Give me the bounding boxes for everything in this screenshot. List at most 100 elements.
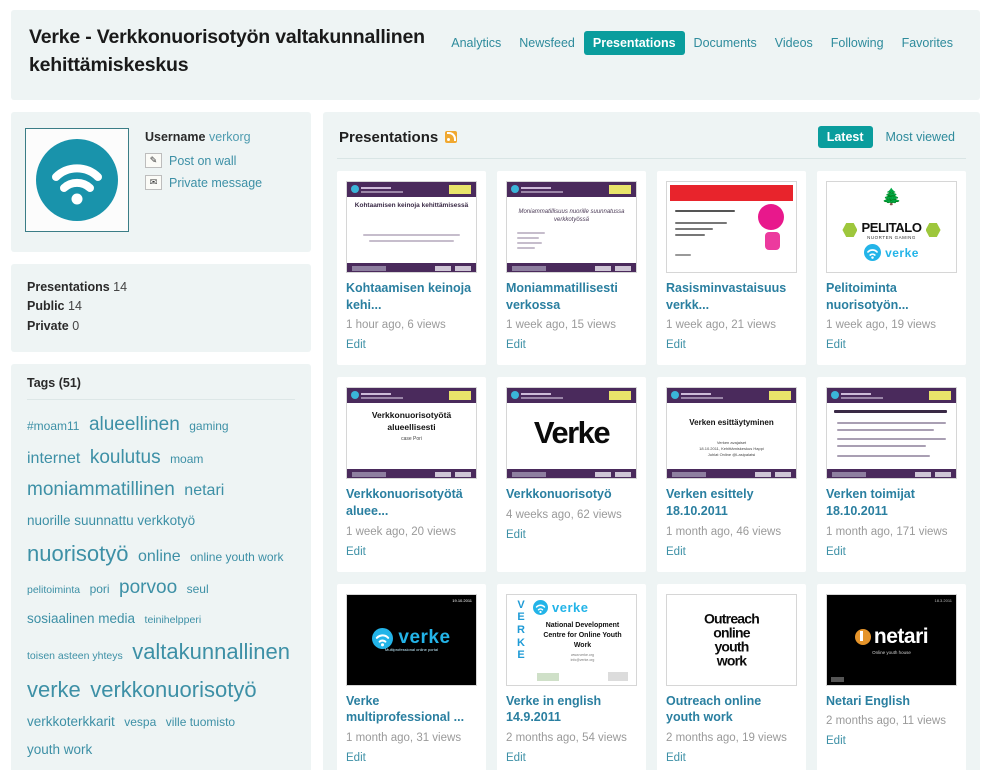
presentation-meta: 1 month ago, 171 views	[826, 525, 948, 538]
presentation-thumbnail[interactable]	[826, 387, 957, 480]
presentation-edit-link[interactable]: Edit	[346, 752, 366, 764]
presentation-card[interactable]: 🌲 PELITALO NUORTEN GAMING verke Pelitoiminta…	[817, 171, 966, 366]
nav-item-analytics[interactable]: Analytics	[442, 32, 510, 54]
post-on-wall-action[interactable]: ✎ Post on wall	[145, 153, 262, 168]
tag-link[interactable]: youth work	[27, 742, 92, 757]
tag-link[interactable]: netari	[184, 482, 224, 499]
nav-item-following[interactable]: Following	[822, 32, 893, 54]
private-message-action[interactable]: ✉ Private message	[145, 175, 262, 190]
nav-item-presentations[interactable]: Presentations	[583, 31, 685, 55]
tag-link[interactable]: nuorisotyö	[27, 541, 129, 566]
tag-link[interactable]: alueellinen	[89, 414, 180, 435]
presentation-thumbnail[interactable]: 🌲 PELITALO NUORTEN GAMING verke	[826, 181, 957, 273]
presentation-title-link[interactable]: Netari English	[826, 693, 957, 710]
body-wrapper: Username verkorg ✎ Post on wall ✉ Privat…	[11, 112, 980, 770]
tag-link[interactable]: sosiaalinen media	[27, 611, 135, 626]
tag-link[interactable]: #moam11	[27, 419, 79, 433]
presentation-card[interactable]: Verkkonuorisotyötä alueellisesti case Por…	[337, 377, 486, 572]
nav-item-videos[interactable]: Videos	[766, 32, 822, 54]
presentation-title-link[interactable]: Pelitoiminta nuorisotyön...	[826, 280, 957, 313]
presentation-edit-link[interactable]: Edit	[826, 339, 846, 351]
presentation-card[interactable]: Verken toimijat 18.10.2011 1 month ago, 1…	[817, 377, 966, 572]
presentation-title-link[interactable]: Verkkonuorisotyö	[506, 486, 637, 503]
presentation-card[interactable]: Kohtaamisen keinoja kehittämisessä Kohtaa…	[337, 171, 486, 366]
page-title: Verke - Verkkonuorisotyön valtakunnallin…	[29, 26, 425, 76]
stat-public: Public 14	[27, 297, 295, 316]
presentation-edit-link[interactable]: Edit	[506, 752, 526, 764]
presentation-edit-link[interactable]: Edit	[826, 735, 846, 747]
presentation-thumbnail[interactable]: Verkkonuorisotyötä alueellisesti case Por…	[346, 387, 477, 480]
nav-item-favorites[interactable]: Favorites	[893, 32, 962, 54]
stat-presentations: Presentations 14	[27, 278, 295, 297]
presentation-edit-link[interactable]: Edit	[506, 339, 526, 351]
tag-link[interactable]: toisen asteen yhteys	[27, 650, 123, 662]
presentation-title-link[interactable]: Verken esittely 18.10.2011	[666, 486, 797, 519]
tag-link[interactable]: nuorille suunnattu verkkotyö	[27, 513, 195, 528]
section-title: Presentations	[339, 128, 439, 146]
tag-link[interactable]: moam	[170, 452, 203, 466]
presentation-edit-link[interactable]: Edit	[666, 546, 686, 558]
tag-link[interactable]: moniammatillinen	[27, 479, 175, 500]
presentation-title-link[interactable]: Rasisminvastaisuus verkk...	[666, 280, 797, 313]
presentation-thumbnail[interactable]: Kohtaamisen keinoja kehittämisessä	[346, 181, 477, 273]
sort-latest-button[interactable]: Latest	[817, 126, 873, 148]
presentation-card[interactable]: 18.3.2011 netari Online youth house Netari …	[817, 583, 966, 770]
presentation-thumbnail[interactable]: V E R K Everke National Development Centre fo…	[506, 593, 637, 686]
tag-link[interactable]: verkkonuorisotyö	[90, 677, 256, 702]
presentation-edit-link[interactable]: Edit	[346, 546, 366, 558]
tag-link[interactable]: verkkoterkkarit	[27, 714, 115, 729]
presentation-card[interactable]: Moniammatillisuus nuorille suunnatussa v…	[497, 171, 646, 366]
avatar[interactable]	[25, 128, 129, 232]
tag-link[interactable]: porvoo	[119, 577, 177, 598]
presentation-thumbnail[interactable]: 18.3.2011 netari Online youth house	[826, 593, 957, 686]
tag-link[interactable]: vespa	[124, 715, 156, 729]
presentation-edit-link[interactable]: Edit	[666, 752, 686, 764]
post-on-wall-link[interactable]: Post on wall	[169, 154, 236, 168]
presentation-card[interactable]: Verken esittäytyminen Verken avajaiset 18.…	[657, 377, 806, 572]
presentation-card[interactable]: 19.10.2011 verke Multiprofessional online …	[337, 583, 486, 770]
tag-link[interactable]: ville tuomisto	[166, 715, 235, 729]
presentation-title-link[interactable]: Kohtaamisen keinoja kehi...	[346, 280, 477, 313]
presentation-edit-link[interactable]: Edit	[826, 546, 846, 558]
tags-panel: Tags (51) #moam11 alueellinen gaming int…	[11, 364, 311, 770]
presentation-edit-link[interactable]: Edit	[666, 339, 686, 351]
sort-most-viewed-button[interactable]: Most viewed	[877, 126, 964, 148]
tag-link[interactable]: pori	[90, 582, 110, 596]
tag-link[interactable]: teinihelpperi	[145, 614, 202, 626]
nav-item-documents[interactable]: Documents	[685, 32, 766, 54]
nav-item-newsfeed[interactable]: Newsfeed	[510, 32, 584, 54]
tag-link[interactable]: koulutus	[90, 447, 161, 468]
presentation-thumbnail[interactable]: Outreach online youth work	[666, 593, 797, 686]
presentation-card[interactable]: Rasisminvastaisuus verkk... 1 week ago, 2…	[657, 171, 806, 366]
sidebar: Username verkorg ✎ Post on wall ✉ Privat…	[11, 112, 311, 770]
presentation-card[interactable]: V E R K Everke National Development Centre fo…	[497, 583, 646, 770]
tag-link[interactable]: seul	[187, 582, 209, 596]
presentation-card[interactable]: Outreach online youth work Outreach online y…	[657, 583, 806, 770]
presentation-title-link[interactable]: Moniammatillisesti verkossa	[506, 280, 637, 313]
presentation-edit-link[interactable]: Edit	[506, 529, 526, 541]
rss-icon[interactable]	[445, 131, 458, 143]
presentation-thumbnail[interactable]: Moniammatillisuus nuorille suunnatussa v…	[506, 181, 637, 273]
stat-label: Private	[27, 318, 69, 333]
tag-link[interactable]: online	[138, 548, 181, 565]
tag-link[interactable]: valtakunnallinen	[132, 639, 290, 664]
presentation-thumbnail[interactable]: Verke	[506, 387, 637, 480]
tag-link[interactable]: internet	[27, 450, 80, 467]
tag-link[interactable]: gaming	[189, 419, 228, 433]
tag-link[interactable]: online youth work	[190, 550, 283, 564]
presentation-title-link[interactable]: Verkkonuorisotyötä aluee...	[346, 486, 477, 519]
presentation-thumbnail[interactable]: Verken esittäytyminen Verken avajaiset 18.…	[666, 387, 797, 480]
presentation-title-link[interactable]: Verken toimijat 18.10.2011	[826, 486, 957, 519]
presentation-title-link[interactable]: Outreach online youth work	[666, 693, 797, 726]
tag-link[interactable]: pelitoiminta	[27, 584, 80, 596]
stat-value: 0	[72, 318, 80, 333]
presentation-card[interactable]: Verke Verkkonuorisotyö 4 weeks ago, 62 vie…	[497, 377, 646, 572]
private-message-link[interactable]: Private message	[169, 176, 262, 190]
tags-title: Tags (51)	[27, 376, 295, 401]
presentation-thumbnail[interactable]: 19.10.2011 verke Multiprofessional online …	[346, 593, 477, 686]
presentation-title-link[interactable]: Verke in english 14.9.2011	[506, 693, 637, 726]
presentation-edit-link[interactable]: Edit	[346, 339, 366, 351]
presentation-title-link[interactable]: Verke multiprofessional ...	[346, 693, 477, 726]
presentation-thumbnail[interactable]	[666, 181, 797, 273]
tag-link[interactable]: verke	[27, 677, 81, 702]
